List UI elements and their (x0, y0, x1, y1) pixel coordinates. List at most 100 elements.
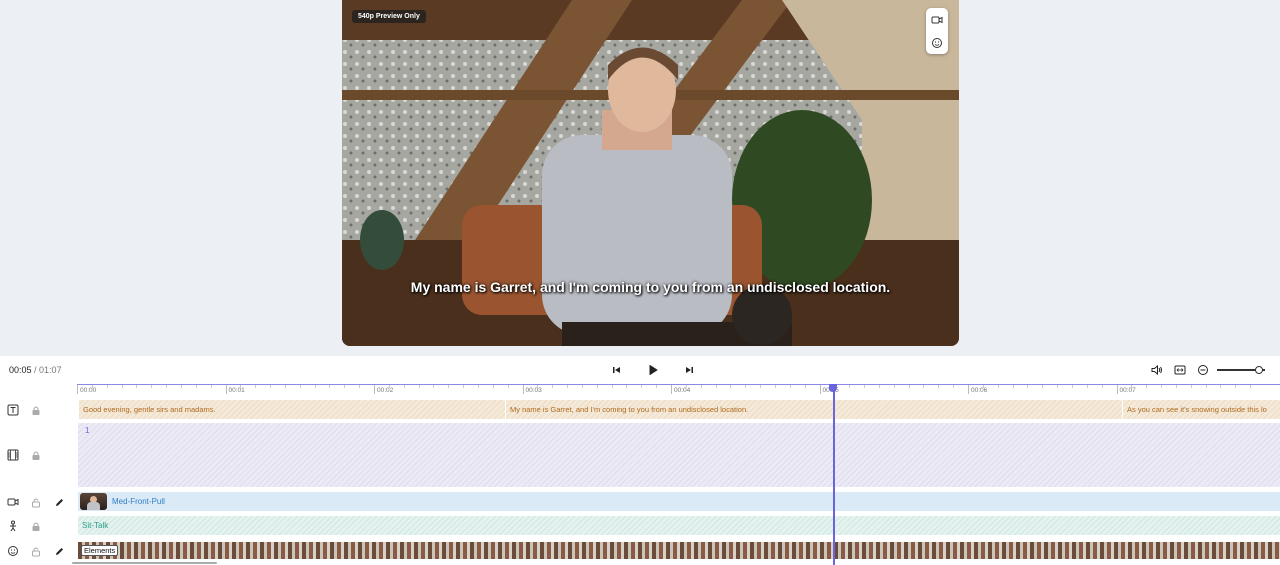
volume-icon (1151, 364, 1162, 376)
scene-number: 1 (85, 426, 90, 435)
ruler-major-tick (225, 385, 227, 394)
ruler-minor-tick (403, 385, 405, 388)
ruler-minor-tick (1235, 385, 1237, 388)
ruler-major-tick (671, 385, 672, 394)
ruler-minor-tick (567, 385, 569, 388)
text-clip[interactable]: As you can see it's snowing outside this… (1122, 400, 1280, 419)
text-clip[interactable]: Good evening, gentle sirs and madams. (78, 400, 507, 419)
ruler-minor-tick (270, 385, 272, 388)
lock-icon[interactable] (29, 448, 43, 462)
unlock-icon[interactable] (29, 544, 43, 558)
ruler-minor-tick (789, 385, 791, 388)
ruler-minor-tick (611, 385, 613, 388)
ruler-minor-tick (908, 385, 910, 388)
edit-pencil-icon[interactable] (52, 544, 66, 558)
zoom-slider-knob[interactable] (1255, 366, 1263, 374)
text-clip[interactable]: My name is Garret, and I'm coming to you… (505, 400, 1125, 419)
subtitle-caption: My name is Garret, and I'm coming to you… (410, 279, 891, 295)
ruler-minor-tick (1027, 385, 1029, 388)
volume-button[interactable] (1148, 361, 1166, 379)
timeline-ruler[interactable]: 00:0000:0100:0200:0300:0400:0500:0600:07 (77, 384, 1280, 397)
playhead-line (833, 384, 835, 565)
ruler-time-label: 00:03 (525, 387, 542, 394)
ruler-minor-tick (388, 385, 390, 388)
timeline-panel: 00:05 / 01:07 00:00 00:01 00:02 00:03 00:04 0… (0, 356, 1280, 565)
play-icon (649, 365, 658, 375)
unlock-icon[interactable] (29, 495, 43, 509)
scene-track[interactable]: 1 (78, 423, 1280, 487)
preview-quality-badge: 540p Preview Only (352, 10, 426, 23)
ruler-minor-tick (1205, 385, 1207, 388)
camera-icon[interactable] (926, 8, 948, 31)
ruler-minor-tick (1175, 385, 1177, 388)
ruler-time-label: 00:01 (228, 387, 245, 394)
ruler-minor-tick (715, 385, 717, 388)
ruler-minor-tick (121, 385, 123, 388)
ruler-minor-tick (923, 385, 925, 388)
timeline-tools (1148, 361, 1280, 379)
ruler-minor-tick (537, 385, 539, 388)
ruler-minor-tick (1012, 385, 1014, 388)
ruler-minor-tick (745, 385, 747, 388)
video-preview[interactable]: 540p Preview Only My name is Garret, and… (342, 0, 959, 346)
skip-back-button[interactable] (608, 361, 626, 379)
fit-width-icon (1174, 365, 1186, 375)
ruler-time-label: 00:02 (377, 387, 394, 394)
ruler-minor-tick (1161, 385, 1163, 388)
lock-icon[interactable] (29, 519, 43, 533)
ruler-minor-tick (700, 385, 702, 388)
ruler-minor-tick (626, 385, 628, 388)
ruler-minor-tick (1071, 385, 1073, 388)
ruler-minor-tick (878, 385, 880, 388)
horizontal-scrollbar[interactable] (72, 562, 217, 564)
camera-clip-label[interactable]: Med-Front-Pull (112, 497, 165, 506)
ruler-minor-tick (463, 385, 465, 388)
scene-track-icon (6, 448, 20, 462)
ruler-minor-tick (180, 385, 182, 388)
text-track-icon (6, 403, 20, 417)
ruler-minor-tick (1086, 385, 1088, 388)
camera-track[interactable]: Med-Front-Pull (78, 492, 1280, 511)
edit-pencil-icon[interactable] (52, 495, 66, 509)
ruler-minor-tick (106, 385, 108, 388)
ruler-major-tick (968, 385, 969, 394)
ruler-minor-tick (641, 385, 643, 388)
ruler-minor-tick (1250, 385, 1252, 388)
ruler-minor-tick (760, 385, 762, 388)
elements-label: Elements (81, 545, 119, 556)
ruler-minor-tick (1146, 385, 1148, 388)
preview-toolbar (926, 8, 948, 54)
zoom-out-button[interactable] (1194, 361, 1212, 379)
face-icon[interactable] (926, 31, 948, 54)
lock-icon[interactable] (29, 403, 43, 417)
ruler-minor-tick (1101, 385, 1103, 388)
ruler-minor-tick (982, 385, 984, 388)
ruler-major-tick (522, 385, 524, 394)
skip-back-icon (613, 367, 620, 373)
time-display: 00:05 / 01:07 (9, 365, 62, 375)
play-button[interactable] (644, 361, 662, 379)
zoom-slider[interactable] (1217, 361, 1265, 379)
ruler-major-tick (77, 385, 78, 394)
motion-track[interactable]: Sit-Talk (78, 516, 1280, 535)
ruler-minor-tick (448, 385, 450, 388)
ruler-minor-tick (581, 385, 583, 388)
motion-track-icon (6, 519, 20, 533)
ruler-minor-tick (359, 385, 361, 388)
ruler-major-tick (1116, 385, 1118, 394)
ruler-minor-tick (255, 385, 257, 388)
ruler-minor-tick (1131, 385, 1133, 388)
fit-timeline-button[interactable] (1171, 361, 1189, 379)
ruler-minor-tick (136, 385, 138, 388)
ruler-minor-tick (849, 385, 851, 388)
ruler-minor-tick (314, 385, 316, 388)
ruler-minor-tick (938, 385, 940, 388)
ruler-minor-tick (418, 385, 420, 388)
skip-forward-button[interactable] (680, 361, 698, 379)
elements-track[interactable]: Elements (78, 542, 1280, 559)
text-track[interactable]: Good evening, gentle sirs and madams. My… (78, 400, 1280, 419)
playhead-handle[interactable] (829, 384, 837, 392)
ruler-major-tick (819, 385, 821, 394)
motion-clip-label[interactable]: Sit-Talk (82, 521, 108, 530)
total-time: 01:07 (39, 365, 62, 375)
